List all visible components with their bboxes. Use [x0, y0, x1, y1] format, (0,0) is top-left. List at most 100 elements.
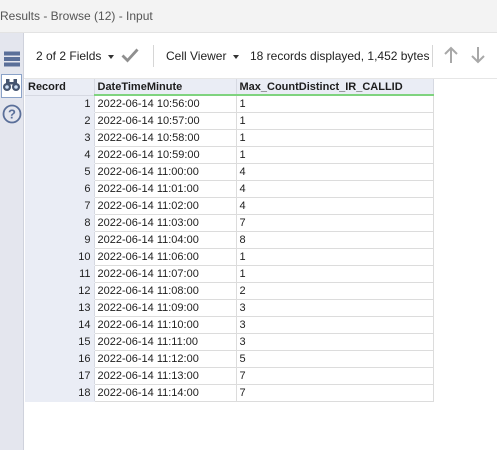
datetime-cell[interactable]: 2022-06-14 11:14:00 [94, 384, 237, 402]
scroll-up-button[interactable] [442, 46, 460, 66]
cell-viewer-label: Cell Viewer [166, 49, 227, 63]
count-cell[interactable]: 3 [236, 299, 434, 317]
record-number-cell[interactable]: 8 [25, 214, 95, 232]
record-number-cell[interactable]: 14 [25, 316, 95, 334]
column-header-datetimeminute[interactable]: DateTimeMinute [94, 79, 237, 96]
datetime-cell[interactable]: 2022-06-14 10:56:00 [94, 95, 237, 113]
help-icon: ? [2, 104, 22, 127]
browse-button[interactable] [1, 74, 22, 98]
table-row[interactable]: 3 2022-06-14 10:58:00 1 [25, 129, 434, 147]
chevron-down-icon [233, 54, 240, 59]
table-row[interactable]: 7 2022-06-14 11:02:00 4 [25, 197, 434, 215]
table-row[interactable]: 13 2022-06-14 11:09:00 3 [25, 299, 434, 317]
table-row[interactable]: 17 2022-06-14 11:13:00 7 [25, 367, 434, 385]
arrow-down-icon [470, 46, 486, 67]
column-header-max-countdistinct[interactable]: Max_CountDistinct_IR_CALLID [236, 79, 434, 96]
toolbar-divider [432, 45, 433, 67]
window-title: Results - Browse (12) - Input [0, 9, 153, 23]
results-table: Record DateTimeMinute Max_CountDistinct_… [25, 79, 434, 402]
record-number-cell[interactable]: 2 [25, 112, 95, 130]
record-number-cell[interactable]: 7 [25, 197, 95, 215]
datetime-cell[interactable]: 2022-06-14 11:12:00 [94, 350, 237, 368]
table-row[interactable]: 9 2022-06-14 11:04:00 8 [25, 231, 434, 249]
datetime-cell[interactable]: 2022-06-14 11:03:00 [94, 214, 237, 232]
datetime-cell[interactable]: 2022-06-14 11:09:00 [94, 299, 237, 317]
table-row[interactable]: 18 2022-06-14 11:14:00 7 [25, 384, 434, 402]
left-toolbar: ? [0, 33, 24, 450]
datetime-cell[interactable]: 2022-06-14 11:02:00 [94, 197, 237, 215]
datetime-cell[interactable]: 2022-06-14 11:01:00 [94, 180, 237, 198]
table-header-row: Record DateTimeMinute Max_CountDistinct_… [25, 79, 434, 96]
count-cell[interactable]: 7 [236, 214, 434, 232]
count-cell[interactable]: 1 [236, 129, 434, 147]
table-row[interactable]: 12 2022-06-14 11:08:00 2 [25, 282, 434, 300]
arrow-up-icon [443, 46, 459, 67]
count-cell[interactable]: 7 [236, 384, 434, 402]
count-cell[interactable]: 1 [236, 248, 434, 266]
datetime-cell[interactable]: 2022-06-14 11:00:00 [94, 163, 237, 181]
count-cell[interactable]: 1 [236, 95, 434, 113]
table-row[interactable]: 2 2022-06-14 10:57:00 1 [25, 112, 434, 130]
table-row[interactable]: 1 2022-06-14 10:56:00 1 [25, 95, 434, 113]
count-cell[interactable]: 4 [236, 163, 434, 181]
datetime-cell[interactable]: 2022-06-14 10:59:00 [94, 146, 237, 164]
count-cell[interactable]: 1 [236, 146, 434, 164]
toolbar-divider [153, 45, 154, 67]
record-number-cell[interactable]: 4 [25, 146, 95, 164]
record-number-cell[interactable]: 6 [25, 180, 95, 198]
datetime-cell[interactable]: 2022-06-14 11:08:00 [94, 282, 237, 300]
fields-dropdown-label: 2 of 2 Fields [36, 49, 102, 63]
record-number-cell[interactable]: 17 [25, 367, 95, 385]
record-number-cell[interactable]: 10 [25, 248, 95, 266]
datetime-cell[interactable]: 2022-06-14 11:13:00 [94, 367, 237, 385]
count-cell[interactable]: 2 [236, 282, 434, 300]
fields-dropdown[interactable]: 2 of 2 Fields [36, 49, 115, 63]
table-row[interactable]: 11 2022-06-14 11:07:00 1 [25, 265, 434, 283]
datetime-cell[interactable]: 2022-06-14 11:06:00 [94, 248, 237, 266]
record-number-cell[interactable]: 1 [25, 95, 95, 113]
record-number-cell[interactable]: 13 [25, 299, 95, 317]
datetime-cell[interactable]: 2022-06-14 11:11:00 [94, 333, 237, 351]
record-number-cell[interactable]: 18 [25, 384, 95, 402]
table-view-icon [3, 50, 21, 71]
help-button[interactable]: ? [1, 103, 22, 127]
count-cell[interactable]: 3 [236, 316, 434, 334]
count-cell[interactable]: 4 [236, 180, 434, 198]
datetime-cell[interactable]: 2022-06-14 11:07:00 [94, 265, 237, 283]
table-row[interactable]: 5 2022-06-14 11:00:00 4 [25, 163, 434, 181]
record-number-cell[interactable]: 9 [25, 231, 95, 249]
table-row[interactable]: 10 2022-06-14 11:06:00 1 [25, 248, 434, 266]
cell-viewer-dropdown[interactable]: Cell Viewer [166, 49, 240, 63]
record-number-cell[interactable]: 11 [25, 265, 95, 283]
apply-fields-button[interactable] [121, 46, 139, 66]
table-row[interactable]: 8 2022-06-14 11:03:00 7 [25, 214, 434, 232]
table-row[interactable]: 4 2022-06-14 10:59:00 1 [25, 146, 434, 164]
table-view-button[interactable] [1, 48, 22, 72]
count-cell[interactable]: 4 [236, 197, 434, 215]
record-number-cell[interactable]: 3 [25, 129, 95, 147]
table-row[interactable]: 14 2022-06-14 11:10:00 3 [25, 316, 434, 334]
record-number-cell[interactable]: 15 [25, 333, 95, 351]
count-cell[interactable]: 3 [236, 333, 434, 351]
datetime-cell[interactable]: 2022-06-14 11:10:00 [94, 316, 237, 334]
datetime-cell[interactable]: 2022-06-14 10:58:00 [94, 129, 237, 147]
table-row[interactable]: 16 2022-06-14 11:12:00 5 [25, 350, 434, 368]
datetime-cell[interactable]: 2022-06-14 10:57:00 [94, 112, 237, 130]
count-cell[interactable]: 7 [236, 367, 434, 385]
checkmark-icon [121, 47, 139, 66]
table-row[interactable]: 15 2022-06-14 11:11:00 3 [25, 333, 434, 351]
count-cell[interactable]: 1 [236, 265, 434, 283]
table-body: 1 2022-06-14 10:56:00 1 2 2022-06-14 10:57:0… [25, 95, 434, 402]
record-number-cell[interactable]: 12 [25, 282, 95, 300]
count-cell[interactable]: 5 [236, 350, 434, 368]
datetime-cell[interactable]: 2022-06-14 11:04:00 [94, 231, 237, 249]
count-cell[interactable]: 1 [236, 112, 434, 130]
records-status: 18 records displayed, 1,452 bytes [250, 49, 430, 63]
results-toolbar: 2 of 2 Fields Cell Viewer 18 records dis… [24, 33, 497, 79]
count-cell[interactable]: 8 [236, 231, 434, 249]
table-row[interactable]: 6 2022-06-14 11:01:00 4 [25, 180, 434, 198]
record-number-cell[interactable]: 16 [25, 350, 95, 368]
record-number-cell[interactable]: 5 [25, 163, 95, 181]
scroll-down-button[interactable] [469, 46, 487, 66]
column-header-record[interactable]: Record [25, 79, 95, 96]
